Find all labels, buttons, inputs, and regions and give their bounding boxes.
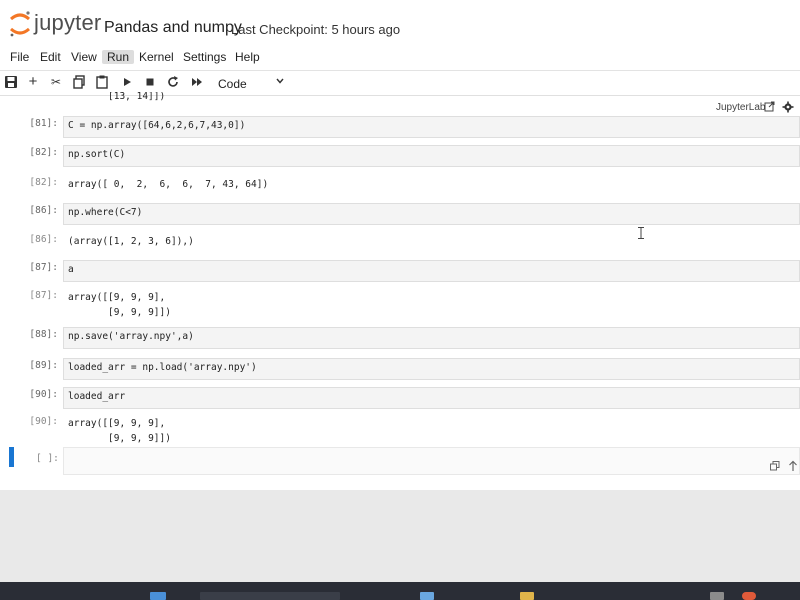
code-cell[interactable]: [86]: np.where(C<7) <box>0 203 800 225</box>
code-cell[interactable]: [87]: a <box>0 260 800 282</box>
folder-icon[interactable] <box>520 592 534 600</box>
cell-output: [90]: array([[9, 9, 9], [9, 9, 9]]) <box>0 414 800 446</box>
menu-bar: File Edit View Run Kernel Settings Help <box>0 46 800 71</box>
input-prompt: [90]: <box>29 389 58 400</box>
output-prompt: [82]: <box>29 177 58 188</box>
run-cell-icon[interactable] <box>120 75 134 89</box>
menu-kernel[interactable]: Kernel <box>134 50 179 64</box>
code-text: C = np.array([64,6,2,6,7,43,0]) <box>68 120 246 131</box>
active-cell-indicator <box>9 447 14 467</box>
cell-output: [86]: (array([1, 2, 3, 6]),) <box>0 232 800 252</box>
code-cell[interactable]: [82]: np.sort(C) <box>0 145 800 167</box>
input-prompt: [88]: <box>29 329 58 340</box>
cut-icon[interactable]: ✂ <box>49 75 63 89</box>
code-editor[interactable] <box>63 387 800 409</box>
copy-icon[interactable] <box>72 75 86 89</box>
menu-file[interactable]: File <box>5 50 34 64</box>
output-prompt: [87]: <box>29 290 58 301</box>
code-text: a <box>68 264 74 275</box>
taskbar-app-icon[interactable] <box>710 592 724 600</box>
input-prompt: [81]: <box>29 118 58 129</box>
jupyter-logo-icon <box>10 11 30 37</box>
input-prompt: [86]: <box>29 205 58 216</box>
output-text: array([[9, 9, 9], [9, 9, 9]]) <box>68 418 171 444</box>
os-taskbar <box>0 582 800 600</box>
output-text: array([ 0, 2, 6, 6, 7, 43, 64]) <box>68 179 269 190</box>
output-prompt: [90]: <box>29 416 58 427</box>
chrome-icon[interactable] <box>742 592 756 600</box>
code-text: np.save('array.npy',a) <box>68 331 194 342</box>
cell-output: [87]: array([[9, 9, 9], [9, 9, 9]]) <box>0 288 800 320</box>
save-icon[interactable] <box>4 75 18 89</box>
add-cell-icon[interactable]: + <box>26 74 40 89</box>
input-prompt: [87]: <box>29 262 58 273</box>
code-text: loaded_arr = np.load('array.npy') <box>68 362 257 373</box>
cell-output: [82]: array([ 0, 2, 6, 6, 7, 43, 64]) <box>0 175 800 195</box>
chevron-down-icon[interactable] <box>276 77 284 85</box>
menu-view[interactable]: View <box>66 50 102 64</box>
output-text: (array([1, 2, 3, 6]),) <box>68 236 194 247</box>
paste-icon[interactable] <box>95 75 109 89</box>
header: jupyter Pandas and numpy Last Checkpoint… <box>0 0 800 46</box>
restart-run-all-icon[interactable] <box>190 75 204 89</box>
notebook-panel[interactable]: [13, 14]]) [81]: C = np.array([64,6,2,6,… <box>0 92 800 490</box>
move-cell-up-icon[interactable] <box>788 460 798 472</box>
code-cell[interactable]: [90]: loaded_arr <box>0 387 800 409</box>
input-prompt: [82]: <box>29 147 58 158</box>
menu-edit[interactable]: Edit <box>35 50 66 64</box>
code-cell[interactable]: [88]: np.save('array.npy',a) <box>0 327 800 349</box>
code-text: np.sort(C) <box>68 149 126 160</box>
taskbar-app-icon[interactable] <box>420 592 434 600</box>
code-editor[interactable] <box>63 145 800 167</box>
empty-notebook-area <box>0 490 800 582</box>
input-prompt: [89]: <box>29 360 58 371</box>
menu-settings[interactable]: Settings <box>178 50 231 64</box>
code-cell[interactable]: [89]: loaded_arr = np.load('array.npy') <box>0 358 800 380</box>
code-editor[interactable] <box>63 260 800 282</box>
code-text: np.where(C<7) <box>68 207 143 218</box>
active-code-cell[interactable]: [ ]: <box>0 447 800 475</box>
start-icon[interactable] <box>150 592 166 600</box>
duplicate-cell-icon[interactable] <box>770 461 780 471</box>
input-prompt: [ ]: <box>36 453 59 464</box>
notebook-title[interactable]: Pandas and numpy <box>104 19 242 37</box>
restart-kernel-icon[interactable] <box>166 75 180 89</box>
cell-output-partial: [13, 14]]) <box>0 92 800 104</box>
code-editor[interactable] <box>63 447 800 475</box>
checkpoint-status: Last Checkpoint: 5 hours ago <box>231 22 401 37</box>
menu-run[interactable]: Run <box>102 50 135 64</box>
stop-icon[interactable] <box>143 75 157 89</box>
code-cell[interactable]: [81]: C = np.array([64,6,2,6,7,43,0]) <box>0 116 800 138</box>
menu-help[interactable]: Help <box>230 50 265 64</box>
cell-type-dropdown[interactable]: Code <box>218 77 247 91</box>
brand-name: jupyter <box>34 10 102 35</box>
taskbar-search[interactable] <box>200 592 340 600</box>
code-editor[interactable] <box>63 203 800 225</box>
code-text: loaded_arr <box>68 391 126 402</box>
text-cursor-icon <box>638 227 644 239</box>
output-text: array([[9, 9, 9], [9, 9, 9]]) <box>68 292 171 318</box>
output-text: [13, 14]]) <box>108 92 166 101</box>
output-prompt: [86]: <box>29 234 58 245</box>
